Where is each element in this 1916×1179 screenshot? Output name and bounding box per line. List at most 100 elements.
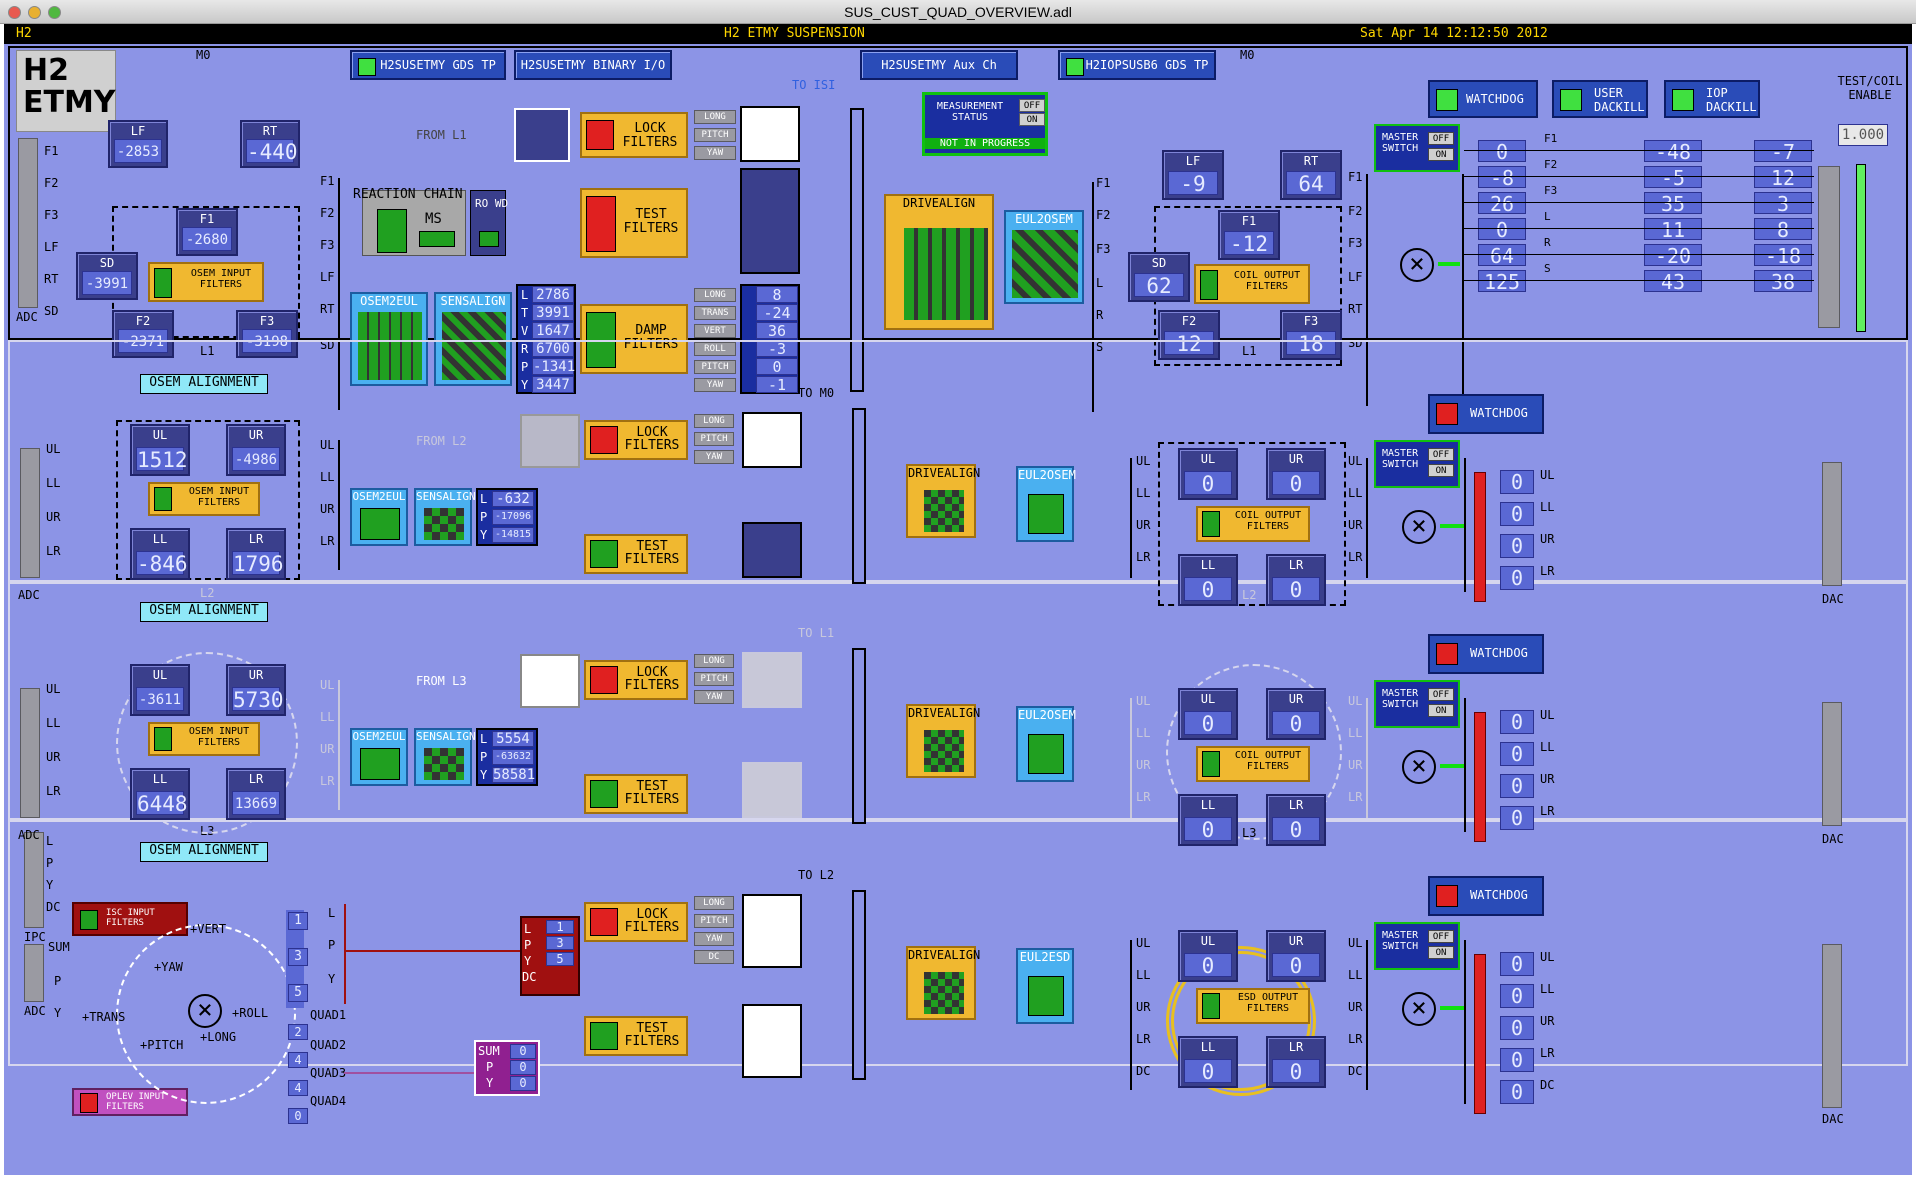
l1-lock-yaw[interactable]: YAW	[694, 450, 734, 464]
m0-master-off[interactable]: OFF	[1428, 132, 1454, 145]
l2-watchdog-button[interactable]: WATCHDOG	[1428, 634, 1544, 674]
l3-coil-output-filters[interactable]: ESD OUTPUT FILTERS	[1196, 988, 1310, 1024]
l3-sum-y-val: 0	[510, 1076, 536, 1091]
l2-lock-long[interactable]: LONG	[694, 654, 734, 668]
logo-line2: ETMY	[23, 85, 116, 120]
l2-osem-alignment-button[interactable]: OSEM ALIGNMENT	[140, 842, 268, 862]
l2-multiplier: ×	[1402, 750, 1436, 784]
ro-wd-box[interactable]: RO WD	[470, 190, 508, 256]
l2-test-filters[interactable]: TEST FILTERS	[584, 774, 688, 814]
iop-gds-label: H2IOPSUSB6 GDS TP	[1085, 58, 1209, 72]
l1-osem-alignment-button[interactable]: OSEM ALIGNMENT	[140, 602, 268, 622]
gds-tp-label: H2SUSETMY GDS TP	[380, 58, 496, 72]
l1-lock-filters[interactable]: LOCK FILTERS	[584, 420, 688, 460]
l1-master-off[interactable]: OFF	[1428, 448, 1454, 461]
m0-osem-input-filters[interactable]: OSEM INPUT FILTERS	[148, 262, 264, 302]
measurement-on[interactable]: ON	[1019, 113, 1045, 126]
l1-coil-output-filters[interactable]: COIL OUTPUT FILTERS	[1196, 506, 1310, 542]
l1-lock-long[interactable]: LONG	[694, 414, 734, 428]
l2-adc-ul: UL	[46, 682, 61, 696]
m0-damp-trans[interactable]: TRANS	[694, 306, 736, 320]
l3-eul2x[interactable]: EUL2ESD	[1016, 948, 1074, 1024]
l1-lock-pitch[interactable]: PITCH	[694, 432, 734, 446]
l2-adc-slider[interactable]	[20, 688, 40, 818]
m0-adc-slider[interactable]	[18, 138, 38, 308]
l1-adc-slider[interactable]	[20, 448, 40, 578]
l1-sensalign[interactable]: SENSALIGN	[414, 488, 476, 546]
m0-lock-pitch[interactable]: PITCH	[694, 128, 736, 142]
l1-test-filters[interactable]: TEST FILTERS	[584, 534, 688, 574]
l3-watchdog-button[interactable]: WATCHDOG	[1428, 876, 1544, 916]
l3-master-on[interactable]: ON	[1428, 946, 1454, 959]
l2-test-icon	[590, 780, 618, 808]
iop-dackill-button[interactable]: IOP DACKILL	[1664, 80, 1760, 118]
l2-lock-filters[interactable]: LOCK FILTERS	[584, 660, 688, 700]
l3-lock-filters[interactable]: LOCK FILTERS	[584, 902, 688, 942]
l3-lock-long[interactable]: LONG	[694, 896, 734, 910]
l2-lock-pitch[interactable]: PITCH	[694, 672, 734, 686]
binary-io-button[interactable]: H2SUSETMY BINARY I/O	[514, 50, 672, 80]
close-window-button[interactable]	[8, 6, 21, 19]
l1-eul2x[interactable]: EUL2OSEM	[1016, 466, 1076, 542]
l2-master-on[interactable]: ON	[1428, 704, 1454, 717]
l3-test-filters[interactable]: TEST FILTERS	[584, 1016, 688, 1056]
l2-osem-ul: UL -3611	[130, 664, 190, 716]
m0-lock-filters[interactable]: LOCK FILTERS	[580, 112, 688, 158]
l3-adc-slider[interactable]	[24, 944, 44, 1002]
reaction-chain-box[interactable]: REACTION CHAIN MS	[353, 187, 466, 256]
l2-watchdog-icon	[1436, 643, 1458, 665]
l1-master-on[interactable]: ON	[1428, 464, 1454, 477]
gds-tp-button[interactable]: H2SUSETMY GDS TP	[350, 50, 506, 80]
m0-master-switch[interactable]: MASTER SWITCH OFF ON	[1374, 124, 1460, 172]
l3-drivealign[interactable]: DRIVEALIGN	[906, 946, 980, 1020]
l2-sensalign[interactable]: SENSALIGN	[414, 728, 476, 786]
m0-lock-yaw[interactable]: YAW	[694, 146, 736, 160]
measurement-off[interactable]: OFF	[1019, 99, 1045, 112]
l2-osem2eul[interactable]: OSEM2EUL	[350, 728, 408, 786]
l1-osem2eul[interactable]: OSEM2EUL	[350, 488, 408, 546]
minimize-window-button[interactable]	[28, 6, 41, 19]
m0-damp-long[interactable]: LONG	[694, 288, 736, 302]
l2-dac-slider[interactable]	[1822, 702, 1842, 826]
m0-dac-slider[interactable]	[1818, 166, 1840, 328]
l3-coil-ur-value: 0	[1272, 953, 1320, 978]
l3-master-switch[interactable]: MASTER SWITCH OFF ON	[1374, 922, 1460, 970]
l1-master-switch[interactable]: MASTER SWITCH OFF ON	[1374, 440, 1460, 488]
iop-gds-button[interactable]: H2IOPSUSB6 GDS TP	[1058, 50, 1216, 80]
m0-lock-long[interactable]: LONG	[694, 110, 736, 124]
l2-lock-yaw[interactable]: YAW	[694, 690, 734, 704]
l1-osem-input-label: OSEM INPUT FILTERS	[188, 486, 250, 508]
l3-out-ll: 0	[1500, 984, 1534, 1008]
l2-drivealign[interactable]: DRIVEALIGN	[906, 704, 980, 778]
iop-dackill-label: IOP DACKILL	[1706, 86, 1757, 114]
m0-coil-output-filters[interactable]: COIL OUTPUT FILTERS	[1194, 264, 1310, 304]
l1-dac-slider[interactable]	[1822, 462, 1842, 586]
l3-dac-slider[interactable]	[1822, 944, 1842, 1108]
m0-master-on[interactable]: ON	[1428, 148, 1454, 161]
user-dackill-button[interactable]: USER DACKILL	[1552, 80, 1648, 118]
l1-osem-lr-value: 1796	[232, 551, 284, 576]
l1-osem-input-filters[interactable]: OSEM INPUT FILTERS	[148, 482, 260, 516]
m0-eul2osem[interactable]: EUL2OSEM	[1004, 210, 1084, 304]
l3-out-label-lr: LR	[1540, 1046, 1555, 1060]
l3-lock-pitch[interactable]: PITCH	[694, 914, 734, 928]
l3-lock-dc[interactable]: DC	[694, 950, 734, 964]
test-coil-value[interactable]: 1.000	[1838, 124, 1888, 146]
zoom-window-button[interactable]	[48, 6, 61, 19]
l3-master-off[interactable]: OFF	[1428, 930, 1454, 943]
l2-master-off[interactable]: OFF	[1428, 688, 1454, 701]
ipc-slider[interactable]	[24, 832, 44, 928]
m0-drivealign[interactable]: DRIVEALIGN	[884, 194, 994, 330]
l1-enable-line	[1440, 524, 1464, 528]
l3-lock-yaw[interactable]: YAW	[694, 932, 734, 946]
l1-watchdog-button[interactable]: WATCHDOG	[1428, 394, 1544, 434]
l2-eul2x[interactable]: EUL2OSEM	[1016, 706, 1076, 782]
l2-master-switch[interactable]: MASTER SWITCH OFF ON	[1374, 680, 1460, 728]
l2-coil-output-filters[interactable]: COIL OUTPUT FILTERS	[1196, 746, 1310, 782]
l1-drivealign[interactable]: DRIVEALIGN	[906, 464, 980, 538]
m0-damp-vert[interactable]: VERT	[694, 324, 736, 338]
m0-test-filters[interactable]: TEST FILTERS	[580, 188, 688, 258]
l2-osem-input-filters[interactable]: OSEM INPUT FILTERS	[148, 722, 260, 756]
m0-watchdog-button[interactable]: WATCHDOG	[1428, 80, 1538, 118]
aux-ch-button[interactable]: H2SUSETMY Aux Ch	[860, 50, 1018, 80]
